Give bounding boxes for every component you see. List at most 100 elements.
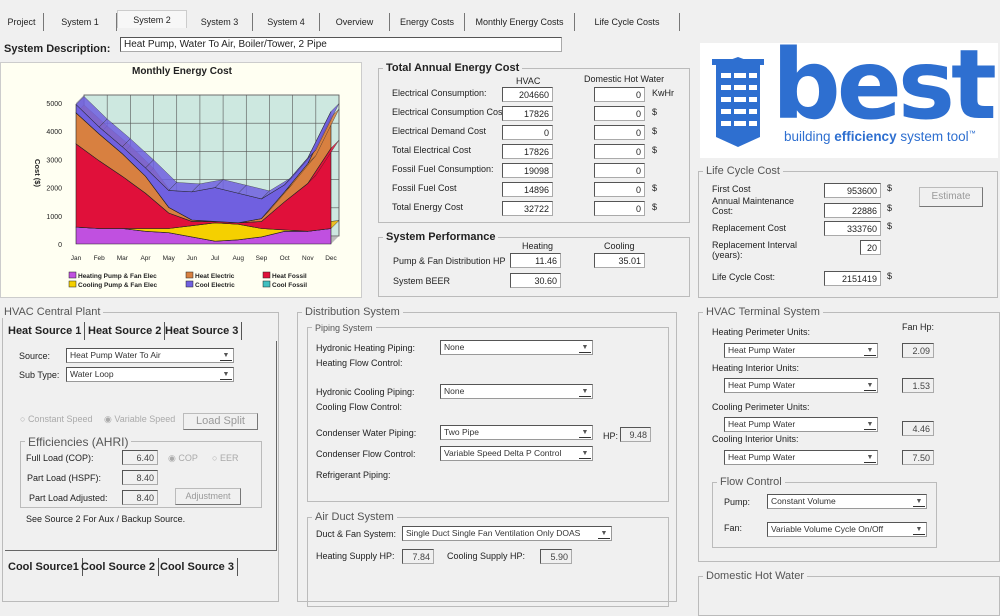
selected-value: Variable Volume Cycle On/Off: [771, 524, 884, 534]
replacement-cost-input[interactable]: 333760: [824, 221, 881, 236]
cool-source-tab-3[interactable]: Cool Source 3: [157, 558, 238, 576]
chart-title: Monthly Energy Cost: [132, 66, 233, 77]
group-title: Domestic Hot Water: [703, 570, 808, 582]
terminal-unit-select[interactable]: Heat Pump Water ▼: [724, 450, 878, 465]
heating-flow-control-label: Heating Flow Control:: [316, 358, 403, 368]
x-tick-label: Nov: [302, 255, 314, 262]
hvac-header: HVAC: [516, 76, 541, 86]
source-label: Source:: [19, 351, 51, 361]
logo-wordmark: best: [772, 29, 997, 141]
terminal-unit-label: Cooling Interior Units:: [712, 434, 799, 444]
constant-speed-radio[interactable]: ○ Constant Speed: [20, 414, 92, 424]
hydronic-heating-select[interactable]: None ▼: [440, 340, 593, 355]
tab-project[interactable]: Project: [0, 13, 44, 31]
pump-select[interactable]: Constant Volume ▼: [767, 494, 927, 509]
subtype-select[interactable]: Water Loop ▼: [66, 367, 234, 382]
replacement-interval-input[interactable]: 20: [860, 240, 881, 255]
hydronic-heating-label: Hydronic Heating Piping:: [316, 343, 416, 353]
terminal-unit-label: Heating Perimeter Units:: [712, 327, 811, 337]
tab-system-4[interactable]: System 4: [253, 13, 320, 31]
estimate-button[interactable]: Estimate: [919, 187, 983, 207]
life-cycle-cost-label: Life Cycle Cost:: [712, 272, 776, 282]
legend-swatch: [262, 280, 271, 288]
x-tick-label: Apr: [140, 255, 151, 262]
heat-source-tab-2[interactable]: Heat Source 2: [85, 322, 166, 340]
energy-row-label: Fossil Fuel Cost: [392, 183, 457, 193]
condenser-water-select[interactable]: Two Pipe ▼: [440, 425, 593, 440]
heat-source-tab-3[interactable]: Heat Source 3: [162, 322, 243, 340]
energy-row-label: Electrical Consumption Cost: [392, 107, 506, 117]
radio-label: COP: [178, 453, 198, 463]
x-tick-label: Oct: [280, 255, 290, 262]
chevron-down-icon: ▼: [579, 386, 591, 397]
tab-overview[interactable]: Overview: [320, 13, 390, 31]
cop-radio[interactable]: ◉ COP: [168, 453, 198, 464]
load-split-button[interactable]: Load Split: [183, 413, 258, 430]
variable-speed-radio[interactable]: ◉ Variable Speed: [104, 414, 175, 425]
y-tick-label: 2000: [46, 186, 62, 193]
dhw-value: 0: [594, 163, 645, 178]
cool-source-tab-2[interactable]: Cool Source 2: [78, 558, 159, 576]
fan-select[interactable]: Variable Volume Cycle On/Off ▼: [767, 522, 927, 537]
chevron-down-icon: ▼: [220, 350, 232, 361]
system-description-label: System Description:: [4, 43, 111, 55]
tab-life-cycle-costs[interactable]: Life Cycle Costs: [575, 13, 680, 31]
tab-monthly-energy-costs[interactable]: Monthly Energy Costs: [465, 13, 575, 31]
eer-radio[interactable]: ○ EER: [212, 453, 238, 463]
condenser-flow-label: Condenser Flow Control:: [316, 449, 416, 459]
chevron-down-icon: ▼: [598, 528, 610, 539]
y-tick-label: 4000: [46, 129, 62, 136]
energy-row-label: Fossil Fuel Consumption:: [392, 164, 494, 174]
first-cost-input[interactable]: 953600: [824, 183, 881, 198]
group-title: Air Duct System: [312, 511, 397, 523]
group-title: System Performance: [383, 231, 499, 243]
cooling-supply-hp-input: 5.90: [540, 549, 572, 564]
system-beer-heating: 30.60: [510, 273, 561, 288]
hydronic-cooling-select[interactable]: None ▼: [440, 384, 593, 399]
terminal-unit-select[interactable]: Heat Pump Water ▼: [724, 343, 878, 358]
hvac-value: 0: [502, 125, 553, 140]
unit-label: KwHr: [652, 88, 674, 98]
chevron-down-icon: ▼: [579, 448, 591, 459]
replacement-cost-label: Replacement Cost: [712, 223, 787, 233]
hvac-value: 14896: [502, 182, 553, 197]
selected-value: Variable Speed Delta P Control: [444, 448, 562, 458]
tab-system-2[interactable]: System 2: [117, 10, 187, 28]
duct-fan-select[interactable]: Single Duct Single Fan Ventilation Only …: [402, 526, 612, 541]
part-load-input[interactable]: 8.40: [122, 470, 158, 485]
terminal-unit-select[interactable]: Heat Pump Water ▼: [724, 378, 878, 393]
y-tick-label: 1000: [46, 214, 62, 221]
tab-energy-costs[interactable]: Energy Costs: [390, 13, 465, 31]
heat-source-tab-1[interactable]: Heat Source 1: [5, 322, 86, 340]
chevron-down-icon: ▼: [864, 419, 876, 430]
selected-value: Heat Pump Water: [728, 419, 796, 429]
y-tick-label: 5000: [46, 101, 62, 108]
cool-source-tab-1[interactable]: Cool Source1: [5, 558, 83, 576]
terminal-unit-select[interactable]: Heat Pump Water ▼: [724, 417, 878, 432]
maintenance-cost-input[interactable]: 22886: [824, 203, 881, 218]
hvac-value: 19098: [502, 163, 553, 178]
selected-value: Heat Pump Water: [728, 345, 796, 355]
fan-hp-value: 4.46: [902, 421, 934, 436]
part-load-adjusted-input: 8.40: [122, 490, 158, 505]
unit-label: $: [652, 107, 658, 117]
condenser-flow-select[interactable]: Variable Speed Delta P Control ▼: [440, 446, 593, 461]
group-title: Piping System: [312, 323, 376, 333]
unit: $: [887, 271, 893, 281]
selected-value: Water Loop: [70, 369, 114, 379]
dhw-value: 0: [594, 182, 645, 197]
hvac-value: 17826: [502, 106, 553, 121]
adjustment-button[interactable]: Adjustment: [175, 488, 241, 505]
system-description-input[interactable]: Heat Pump, Water To Air, Boiler/Tower, 2…: [120, 37, 562, 52]
tab-system-1[interactable]: System 1: [44, 13, 117, 31]
source-select[interactable]: Heat Pump Water To Air ▼: [66, 348, 234, 363]
x-tick-label: Mar: [117, 255, 129, 262]
maintenance-cost-label: Annual Maintenance Cost:: [712, 196, 795, 216]
energy-row-label: Total Energy Cost: [392, 202, 464, 212]
full-load-input[interactable]: 6.40: [122, 450, 158, 465]
legend-swatch: [185, 271, 194, 279]
dhw-value: 0: [594, 144, 645, 159]
tab-system-3[interactable]: System 3: [187, 13, 253, 31]
selected-value: None: [444, 342, 465, 352]
domestic-hot-water-group: Domestic Hot Water: [698, 570, 1000, 616]
